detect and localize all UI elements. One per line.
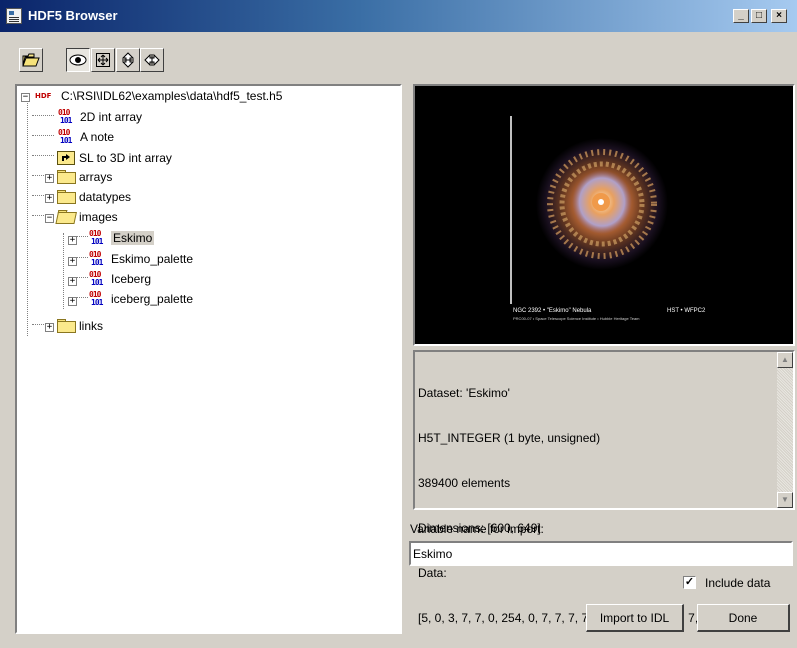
maximize-button[interactable]: □	[751, 9, 767, 23]
tree-item-datatypes[interactable]: datatypes	[57, 187, 131, 206]
scroll-up-button[interactable]: ▲	[777, 352, 793, 368]
window-title: HDF5 Browser	[28, 8, 118, 23]
eye-icon	[69, 54, 87, 66]
image-caption-credit: PRC00-07 • Space Telescope Science Insti…	[513, 316, 640, 321]
hdf5-browser-window: HDF5 Browser _ □ × − HDF C:\RSI\IDL62\ex…	[0, 0, 797, 648]
info-line: 389400 elements	[418, 476, 511, 490]
links-expand-toggle[interactable]: +	[45, 323, 54, 332]
arrays-expand-toggle[interactable]: +	[45, 174, 54, 183]
open-file-button[interactable]	[19, 48, 43, 72]
dataset-icon: 010 101	[58, 107, 72, 125]
flip-vertical-button[interactable]	[116, 48, 140, 72]
eskimo-expand-toggle[interactable]: +	[68, 236, 77, 245]
tree-root-file[interactable]: HDF C:\RSI\IDL62\examples\data\hdf5_test…	[35, 86, 282, 105]
folder-icon	[57, 170, 76, 184]
title-bar[interactable]: HDF5 Browser _ □ ×	[0, 0, 797, 32]
tree-item-links[interactable]: links	[57, 316, 103, 335]
view-image-button[interactable]	[66, 48, 90, 72]
minimize-button[interactable]: _	[733, 9, 749, 23]
dataset-icon: 010 101	[89, 249, 103, 267]
tree-item-label: Eskimo_palette	[111, 251, 194, 266]
scroll-down-button[interactable]: ▼	[777, 492, 793, 508]
close-button[interactable]: ×	[771, 9, 787, 23]
tree-item-label: links	[79, 318, 104, 333]
open-folder-icon	[56, 210, 77, 223]
nebula-image	[510, 116, 668, 304]
datatypes-expand-toggle[interactable]: +	[45, 194, 54, 203]
tree-item-label-selected: Eskimo	[111, 230, 155, 245]
fit-icon	[96, 53, 110, 67]
tree-item-label: SL to 3D int array	[79, 150, 172, 165]
dataset-icon: 010 101	[89, 269, 103, 287]
dataset-icon: 010 101	[89, 228, 103, 246]
tree-item-label: images	[79, 209, 118, 224]
vertical-arrows-icon	[121, 52, 135, 68]
tree-item-eskimo-palette[interactable]: 010 101 Eskimo_palette	[88, 249, 193, 268]
tree-item-label: 2D int array	[80, 109, 143, 124]
image-caption-right: HST • WFPC2	[667, 308, 706, 314]
info-line: Data:	[418, 566, 447, 580]
done-button[interactable]: Done	[697, 604, 790, 632]
tree-item-sl-to-3d-int-array[interactable]: SL to 3D int array	[57, 148, 172, 167]
info-line: Dataset: 'Eskimo'	[418, 386, 510, 400]
tree-item-images[interactable]: images	[57, 207, 118, 226]
horizontal-arrows-icon	[144, 53, 160, 67]
flip-horizontal-button[interactable]	[140, 48, 164, 72]
images-collapse-toggle[interactable]: −	[45, 214, 54, 223]
tree-item-iceberg-palette[interactable]: 010 101 iceberg_palette	[88, 289, 193, 308]
tree-item-a-note[interactable]: 010 101 A note	[57, 127, 114, 146]
tree-root-label: C:\RSI\IDL62\examples\data\hdf5_test.h5	[61, 88, 283, 103]
iceberg-expand-toggle[interactable]: +	[68, 277, 77, 286]
variable-name-field[interactable]	[409, 541, 793, 566]
eskimo-palette-expand-toggle[interactable]: +	[68, 257, 77, 266]
folder-icon	[57, 319, 76, 333]
tree-item-eskimo[interactable]: 010 101 Eskimo	[88, 228, 155, 247]
tree-item-label: A note	[80, 129, 115, 144]
tree-item-label: iceberg_palette	[111, 291, 194, 306]
image-preview: NGC 2392 • "Eskimo" Nebula HST • WFPC2 P…	[413, 84, 795, 346]
dataset-icon: 010 101	[58, 127, 72, 145]
dataset-info-panel[interactable]: Dataset: 'Eskimo' H5T_INTEGER (1 byte, u…	[413, 350, 795, 625]
image-caption-left: NGC 2392 • "Eskimo" Nebula	[513, 308, 592, 314]
variable-name-input[interactable]	[413, 545, 787, 562]
tree-item-arrays[interactable]: arrays	[57, 167, 112, 186]
hdf5-tree-view[interactable]: − HDF C:\RSI\IDL62\examples\data\hdf5_te…	[15, 84, 402, 634]
include-data-label: Include data	[705, 576, 771, 590]
info-scrollbar[interactable]: ▲ ▼	[777, 352, 793, 508]
import-to-idl-button[interactable]: Import to IDL	[586, 604, 684, 632]
tree-item-label: datatypes	[79, 189, 132, 204]
iceberg-palette-expand-toggle[interactable]: +	[68, 297, 77, 306]
folder-icon	[57, 190, 76, 204]
tree-item-2d-int-array[interactable]: 010 101 2D int array	[57, 107, 142, 126]
tree-item-iceberg[interactable]: 010 101 Iceberg	[88, 269, 151, 288]
dataset-icon: 010 101	[89, 289, 103, 307]
root-collapse-toggle[interactable]: −	[21, 93, 30, 102]
app-icon	[6, 8, 22, 24]
tree-item-label: arrays	[79, 169, 113, 184]
include-data-checkbox[interactable]: ✓	[683, 576, 696, 589]
tree-item-label: Iceberg	[111, 271, 152, 286]
hdf-file-icon: HDF	[35, 91, 52, 100]
info-line: H5T_INTEGER (1 byte, unsigned)	[418, 431, 601, 445]
open-folder-icon	[22, 53, 40, 67]
link-icon	[57, 150, 75, 165]
variable-name-label: Variable name for import:	[410, 522, 544, 536]
fit-view-button[interactable]	[91, 48, 115, 72]
